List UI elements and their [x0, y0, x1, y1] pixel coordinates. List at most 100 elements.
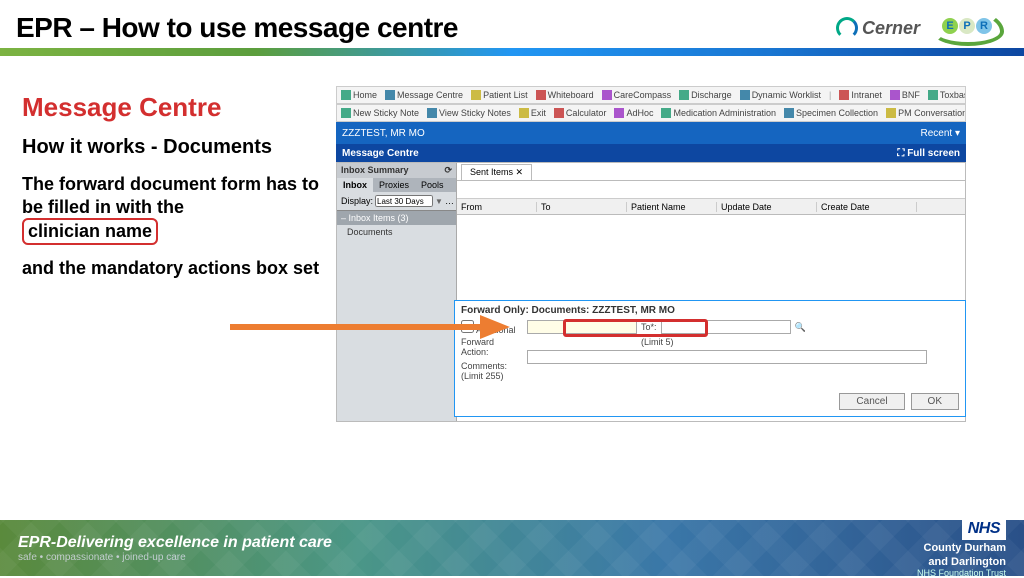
toolbar-icon [519, 108, 529, 118]
toolbar-label: Medication Administration [673, 108, 776, 118]
close-icon[interactable]: ✕ [516, 167, 524, 177]
toolbar-item[interactable]: Dynamic Worklist [740, 90, 821, 100]
col-patient[interactable]: Patient Name [627, 202, 717, 212]
recent-menu[interactable]: Recent ▾ [921, 128, 960, 139]
toolbar-icon [784, 108, 794, 118]
toolbar-item[interactable]: Message Centre [385, 90, 463, 100]
team-illustration [120, 460, 900, 514]
comments-field[interactable] [527, 350, 927, 364]
patient-banner: ZZZTEST, MR MO Recent ▾ [336, 122, 966, 144]
toolbar-item[interactable]: Intranet [839, 90, 882, 100]
toolbar-icon [886, 108, 896, 118]
toolbar-label: BNF [902, 90, 920, 100]
callout-ring-to-field [563, 319, 708, 337]
toolbar-row-1: Home Message Centre Patient List Whiteboard… [336, 86, 966, 104]
arrow-line [230, 324, 480, 330]
ellipsis-icon[interactable]: … [445, 196, 454, 206]
toolbar-label: Toxbase [940, 90, 966, 100]
epr-letter-e: E [942, 18, 958, 34]
col-to[interactable]: To [537, 202, 627, 212]
para-2: and the mandatory actions box set [22, 257, 322, 280]
epr-circles: E P R [942, 18, 992, 34]
toolbar-label: Discharge [691, 90, 732, 100]
toolbar-icon [839, 90, 849, 100]
trust-line-1: County Durham [917, 542, 1006, 554]
toolbar-icon [341, 108, 351, 118]
toolbar-item[interactable]: PM Conversation [886, 108, 966, 118]
sidebar-tabs: Inbox Proxies Pools [337, 178, 456, 192]
callout-arrow [230, 315, 510, 339]
chevron-down-icon[interactable]: ▼ [435, 197, 443, 206]
title-accent-bar [0, 48, 1024, 56]
tab-proxies[interactable]: Proxies [373, 178, 415, 192]
col-create[interactable]: Create Date [817, 202, 917, 212]
toolbar-label: New Sticky Note [353, 108, 419, 118]
toolbar-item[interactable]: Patient List [471, 90, 528, 100]
display-range-input[interactable] [375, 195, 433, 207]
tab-sent-items[interactable]: Sent Items ✕ [461, 164, 532, 180]
toolbar-icon [341, 90, 351, 100]
toolbar-item[interactable]: Calculator [554, 108, 607, 118]
toolbar-item[interactable]: Home [341, 90, 377, 100]
toolbar-item[interactable]: CareCompass [602, 90, 672, 100]
toolbar-label: Whiteboard [548, 90, 594, 100]
sidebar: Inbox Summary⟳ Inbox Proxies Pools Displ… [337, 163, 457, 421]
col-update[interactable]: Update Date [717, 202, 817, 212]
logo-group: Cerner E P R [836, 10, 1004, 46]
cancel-button[interactable]: Cancel [839, 393, 904, 410]
toolbar-item[interactable]: Discharge [679, 90, 732, 100]
toolbar-item[interactable]: Specimen Collection [784, 108, 878, 118]
trust-line-3: NHS Foundation Trust [917, 568, 1006, 578]
comments-label: Comments: [461, 361, 521, 371]
toolbar-item[interactable]: Exit [519, 108, 546, 118]
tab-sent-items-label: Sent Items [470, 167, 513, 177]
toolbar-item[interactable]: Toxbase [928, 90, 966, 100]
cerner-text: Cerner [862, 18, 920, 39]
toolbar-label: View Sticky Notes [439, 108, 511, 118]
footer-subline: safe • compassionate • joined-up care [18, 552, 332, 563]
explainer-text: Message Centre How it works - Documents … [22, 92, 322, 291]
cerner-logo: Cerner [836, 17, 920, 39]
trust-line-2: and Darlington [917, 556, 1006, 568]
toolbar-item[interactable]: Medication Administration [661, 108, 776, 118]
toolbar-icon [740, 90, 750, 100]
arrow-head-icon [480, 315, 510, 339]
toolbar-item[interactable]: Whiteboard [536, 90, 594, 100]
sidebar-header: Inbox Summary⟳ [337, 163, 456, 178]
forward-action-label: Forward Action: [461, 337, 521, 357]
epr-letter-r: R [976, 18, 992, 34]
grid-header: From To Patient Name Update Date Create … [457, 199, 965, 215]
toolbar-icon [928, 90, 938, 100]
refresh-icon[interactable]: ⟳ [444, 165, 452, 176]
toolbar-icon [602, 90, 612, 100]
tab-inbox[interactable]: Inbox [337, 178, 373, 192]
ok-button[interactable]: OK [911, 393, 959, 410]
nhs-logo: NHS [962, 518, 1006, 540]
clinician-name-highlight: clinician name [22, 218, 158, 245]
footer: EPR-Delivering excellence in patient car… [0, 520, 1024, 576]
toolbar-label: AdHoc [626, 108, 653, 118]
toolbar-icon [471, 90, 481, 100]
toolbar-item[interactable]: View Sticky Notes [427, 108, 511, 118]
dialog-title: Forward Only: Documents: ZZZTEST, MR MO [461, 305, 959, 316]
search-icon[interactable]: 🔍 [795, 322, 806, 333]
sidebar-item[interactable]: Documents [337, 225, 456, 239]
toolbar-icon [679, 90, 689, 100]
sidebar-section-header[interactable]: – Inbox Items (3) [337, 210, 456, 225]
limit5-label: (Limit 5) [641, 337, 674, 347]
toolbar-item[interactable]: New Sticky Note [341, 108, 419, 118]
toolbar-item[interactable]: AdHoc [614, 108, 653, 118]
epr-letter-p: P [959, 18, 975, 34]
toolbar-label: Dynamic Worklist [752, 90, 821, 100]
fullscreen-toggle[interactable]: ⛶ Full screen [897, 148, 960, 159]
toolbar-icon [661, 108, 671, 118]
toolbar-label: CareCompass [614, 90, 672, 100]
col-from[interactable]: From [457, 202, 537, 212]
toolbar-label: Home [353, 90, 377, 100]
toolbar-item[interactable]: BNF [890, 90, 920, 100]
section-heading: Message Centre [22, 92, 322, 123]
toolbar-row-2: New Sticky Note View Sticky Notes Exit Calc… [336, 104, 966, 122]
module-title: Message Centre [342, 148, 419, 159]
tab-pools[interactable]: Pools [415, 178, 450, 192]
display-label: Display: [341, 196, 373, 206]
